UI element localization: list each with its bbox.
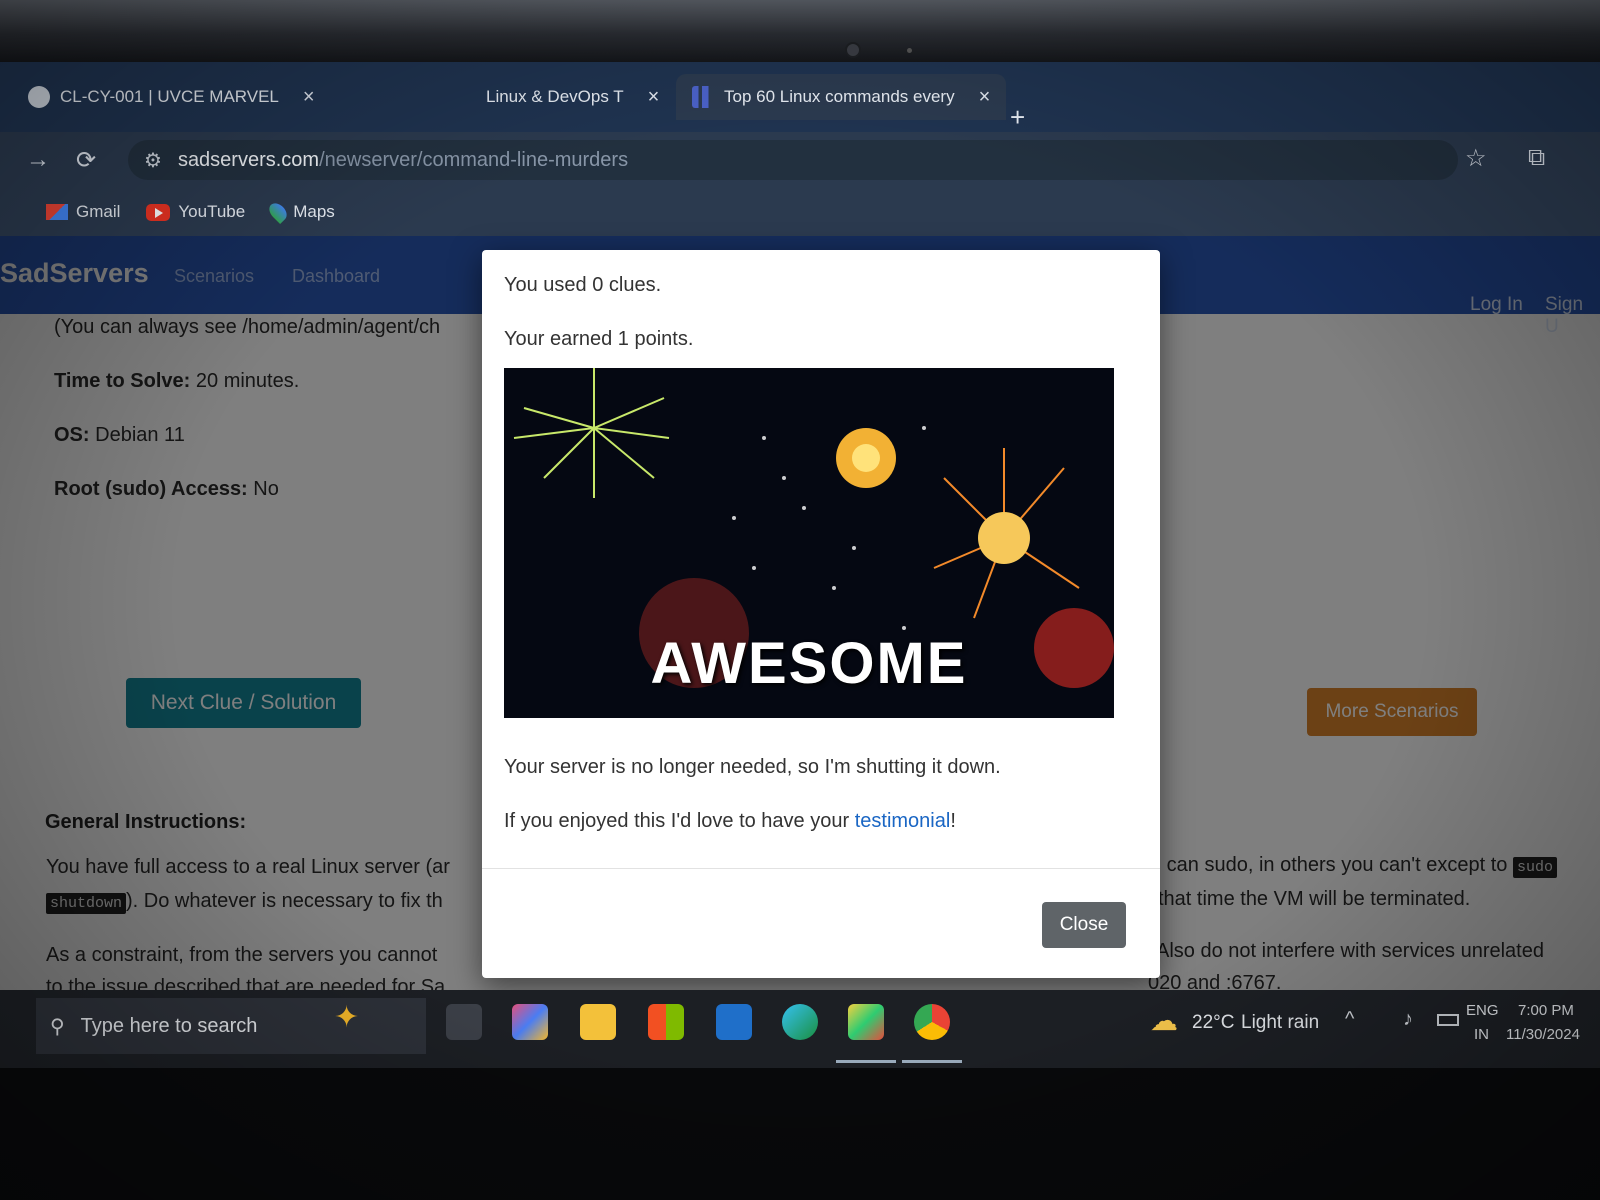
bookmark-label: Gmail <box>76 202 121 221</box>
chrome-icon[interactable] <box>914 1004 950 1040</box>
bluestacks-icon[interactable] <box>848 1004 884 1040</box>
clock-time[interactable]: 7:00 PM <box>1518 1002 1574 1019</box>
running-indicator <box>902 1060 962 1063</box>
bookmark-star-icon[interactable]: ☆ <box>1465 144 1487 173</box>
screen: CL-CY-001 | UVCE MARVEL × Linux & DevOps… <box>0 62 1600 1068</box>
battery-icon[interactable] <box>1437 1014 1459 1026</box>
gmail-icon <box>46 204 68 220</box>
bookmarks-bar: Gmail YouTube Maps <box>0 188 1600 236</box>
outlook-icon[interactable] <box>716 1004 752 1040</box>
url-path: /newserver/command-line-murders <box>319 148 629 171</box>
weather-temperature[interactable]: 22°C <box>1192 1012 1234 1034</box>
language-indicator[interactable]: ENG <box>1466 1002 1499 1019</box>
bookmark-maps[interactable]: Maps <box>266 199 335 225</box>
taskbar-search[interactable]: ⚲ Type here to search <box>36 998 426 1054</box>
site-settings-icon[interactable]: ⚙ <box>144 148 162 173</box>
address-bar[interactable]: ⚙ sadservers.com /newserver/command-line… <box>128 140 1458 180</box>
fireworks-image: AWESOME <box>504 368 1114 718</box>
success-modal: You used 0 clues. Your earned 1 points. <box>482 250 1160 978</box>
clues-used-text: You used 0 clues. <box>504 274 662 296</box>
testimonial-prefix: If you enjoyed this I'd love to have you… <box>504 810 855 832</box>
maps-icon <box>266 199 291 225</box>
clock-date[interactable]: 11/30/2024 <box>1506 1026 1580 1043</box>
bookmark-label: Maps <box>293 202 335 221</box>
windows-taskbar: ⚲ Type here to search ✦ ☁ 22°C Light rai… <box>0 990 1600 1068</box>
points-earned-text: Your earned 1 points. <box>504 328 694 350</box>
awesome-caption: AWESOME <box>650 631 968 696</box>
webcam-icon <box>845 42 861 58</box>
chevron-up-icon[interactable]: ^ <box>1345 1008 1354 1031</box>
tab-linux-devops[interactable]: Linux & DevOps T × <box>470 74 675 120</box>
extensions-icon[interactable]: ⧉ <box>1528 144 1545 172</box>
bookmark-gmail[interactable]: Gmail <box>46 202 120 222</box>
firework-sparks <box>732 426 926 630</box>
testimonial-message: If you enjoyed this I'd love to have you… <box>504 810 956 833</box>
search-highlight-sparkle-icon[interactable]: ✦ <box>334 1000 359 1035</box>
tab-title: Top 60 Linux commands every <box>724 87 955 106</box>
weather-condition[interactable]: Light rain <box>1241 1012 1319 1034</box>
search-placeholder: Type here to search <box>80 1014 258 1037</box>
file-explorer-icon[interactable] <box>580 1004 616 1040</box>
reload-icon[interactable]: ⟳ <box>76 146 96 175</box>
close-icon[interactable]: × <box>648 86 660 109</box>
close-icon[interactable]: × <box>303 86 315 109</box>
task-view-icon[interactable] <box>446 1004 482 1040</box>
modal-footer-divider <box>482 868 1160 869</box>
testimonial-suffix: ! <box>950 810 956 832</box>
edge-icon[interactable] <box>782 1004 818 1040</box>
search-icon: ⚲ <box>50 1015 65 1038</box>
webcam-led <box>907 48 912 53</box>
tab-title: Linux & DevOps T <box>486 87 624 106</box>
site-favicon-icon <box>692 86 714 108</box>
tab-uvce-marvel[interactable]: CL-CY-001 | UVCE MARVEL × <box>12 74 331 120</box>
shutdown-message: Your server is no longer needed, so I'm … <box>504 756 1001 778</box>
youtube-icon <box>146 203 171 221</box>
tab-title: CL-CY-001 | UVCE MARVEL <box>60 87 279 106</box>
bookmark-label: YouTube <box>178 202 246 221</box>
language-region[interactable]: IN <box>1474 1026 1489 1043</box>
weather-icon[interactable]: ☁ <box>1150 1004 1178 1037</box>
microsoft-store-icon[interactable] <box>648 1004 684 1040</box>
marvel-favicon-icon <box>28 86 50 108</box>
browser-tab-strip: CL-CY-001 | UVCE MARVEL × Linux & DevOps… <box>0 62 1600 147</box>
copilot-icon[interactable] <box>512 1004 548 1040</box>
volume-icon[interactable]: ♪ <box>1403 1008 1413 1031</box>
bookmark-youtube[interactable]: YouTube <box>146 202 245 222</box>
running-indicator <box>836 1060 896 1063</box>
close-icon[interactable]: × <box>979 86 991 109</box>
laptop-bezel-bottom <box>0 1068 1600 1200</box>
testimonial-link[interactable]: testimonial <box>855 810 951 832</box>
laptop-bezel-top <box>0 0 1600 62</box>
browser-toolbar: → ⟳ ⚙ sadservers.com /newserver/command-… <box>0 132 1600 188</box>
new-tab-button[interactable]: + <box>1010 102 1025 133</box>
forward-icon[interactable]: → <box>26 146 50 174</box>
firework-burst-green <box>513 368 670 498</box>
tab-top-60-linux-commands[interactable]: Top 60 Linux commands every × <box>676 74 1007 120</box>
close-button[interactable]: Close <box>1042 902 1126 948</box>
url-host: sadservers.com <box>177 148 320 171</box>
